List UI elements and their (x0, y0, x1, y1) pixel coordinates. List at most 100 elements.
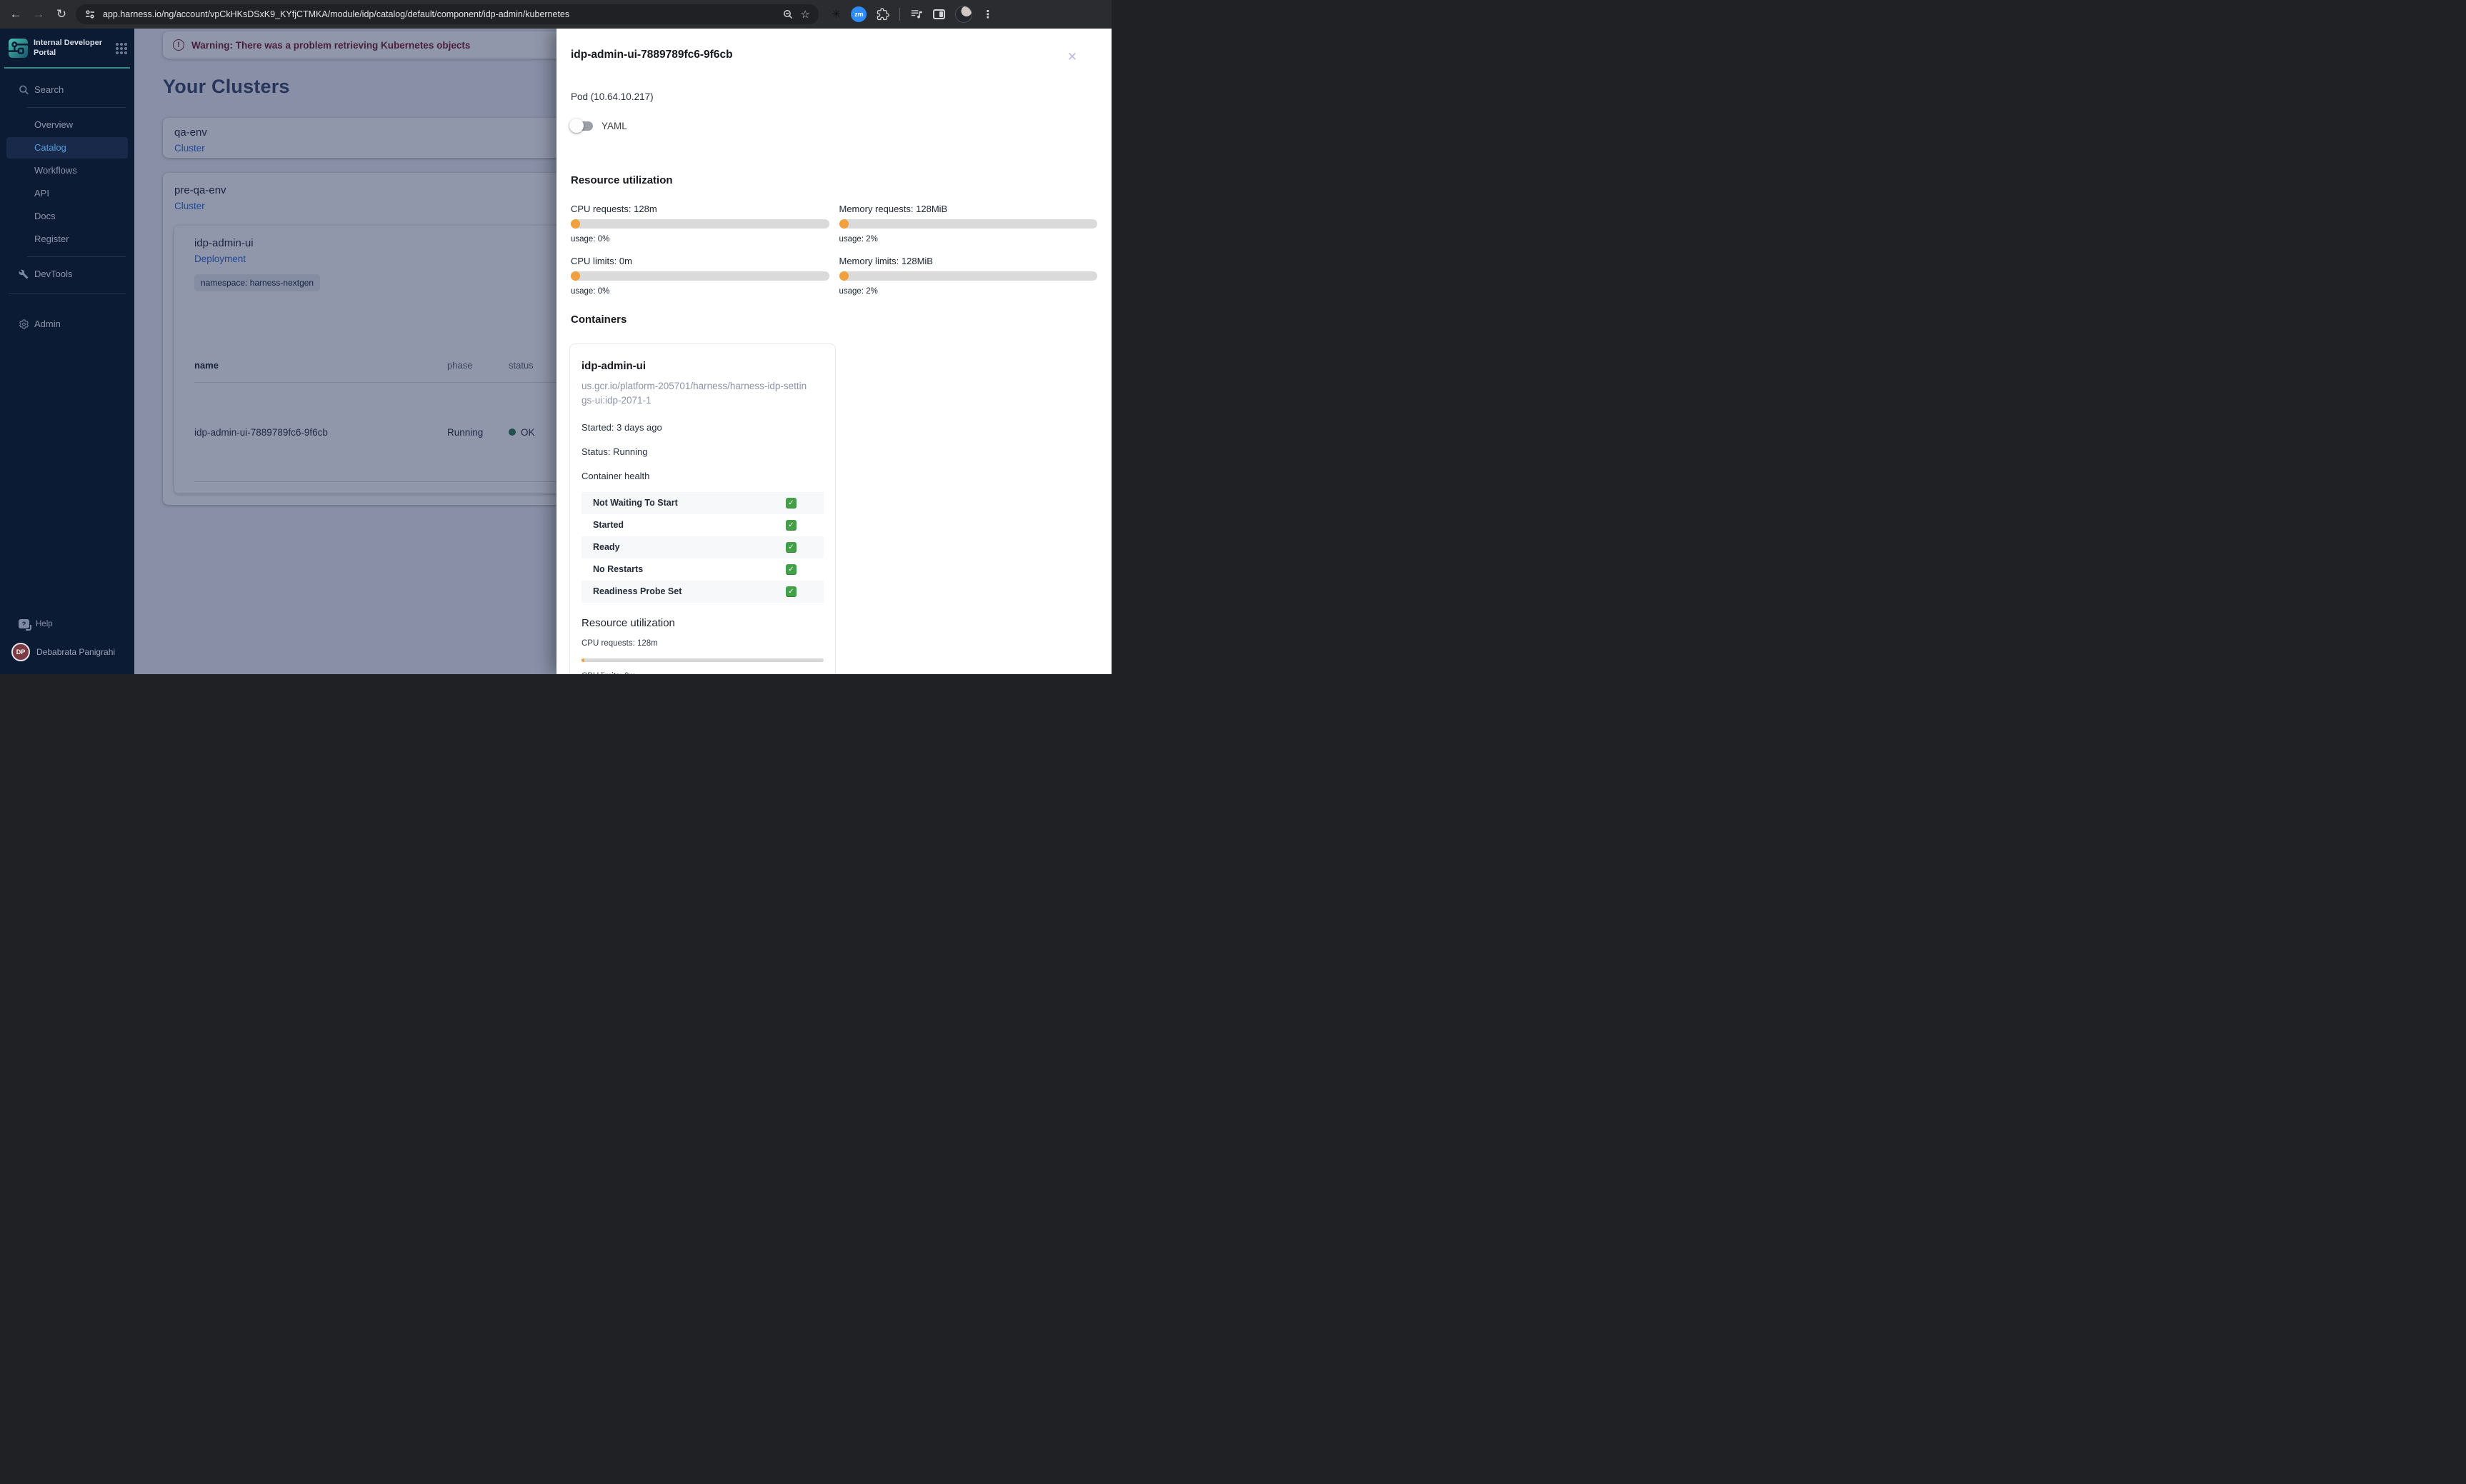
url-text[interactable]: app.harness.io/ng/account/vpCkHKsDSxK9_K… (103, 9, 775, 19)
metric-cpu-requests: CPU requests: 128m usage: 0% (571, 204, 829, 244)
sidebar-item-label: Docs (34, 211, 56, 221)
wrench-icon (19, 269, 29, 279)
sidebar-divider (27, 256, 126, 257)
sidebar-item-workflows[interactable]: Workflows (0, 160, 134, 181)
container-card: idp-admin-ui us.gcr.io/platform-205701/h… (569, 344, 836, 674)
metric-label: CPU requests: 128m (571, 204, 657, 214)
health-label: Started (593, 520, 624, 530)
metric-bar (581, 658, 824, 662)
metric-usage: usage: 2% (839, 235, 878, 244)
sidebar: Internal Developer Portal Search Overvie… (0, 29, 134, 674)
sidebar-item-api[interactable]: API (0, 183, 134, 204)
sidebar-divider (9, 292, 126, 294)
extensions-puzzle-icon[interactable] (877, 8, 890, 21)
close-icon[interactable]: ✕ (1062, 49, 1083, 66)
search-icon (19, 84, 29, 95)
browser-menu-icon[interactable]: ⋮ (982, 8, 993, 21)
health-label: Ready (593, 542, 620, 552)
sidebar-item-label: API (34, 188, 49, 199)
container-health-list: Not Waiting To Start ✓ Started ✓ Ready ✓… (581, 491, 824, 603)
zoom-out-icon[interactable] (782, 9, 794, 20)
health-row-no-restarts: No Restarts ✓ (581, 558, 824, 581)
forward-icon[interactable]: → (30, 7, 47, 21)
container-health-heading: Container health (581, 470, 650, 481)
metric-usage: usage: 0% (571, 235, 610, 244)
browser-toolbar: ← → ↻ app.harness.io/ng/account/vpCkHKsD… (0, 0, 1112, 29)
resource-utilization-heading: Resource utilization (571, 174, 673, 186)
health-row-started: Started ✓ (581, 514, 824, 536)
sidebar-item-label: Workflows (34, 165, 77, 176)
sidebar-item-label: Admin (34, 319, 61, 329)
yaml-toggle[interactable] (569, 119, 593, 133)
check-icon: ✓ (786, 586, 797, 597)
metric-knob (571, 271, 580, 281)
metric-knob (839, 219, 849, 229)
sidebar-item-label: DevTools (34, 269, 73, 279)
container-status: Status: Running (581, 446, 648, 457)
sidebar-item-devtools[interactable]: DevTools (0, 264, 134, 285)
metric-fill (581, 658, 585, 662)
check-icon: ✓ (786, 497, 797, 508)
containers-heading: Containers (571, 314, 627, 326)
health-label: Not Waiting To Start (593, 498, 678, 508)
gear-icon (19, 319, 29, 329)
sidebar-item-overview[interactable]: Overview (0, 114, 134, 136)
back-icon[interactable]: ← (7, 7, 24, 21)
bookmark-star-icon[interactable]: ☆ (801, 8, 810, 21)
browser-profile-avatar[interactable] (955, 6, 973, 23)
metric-knob (839, 271, 849, 281)
health-label: Readiness Probe Set (593, 586, 682, 596)
check-icon: ✓ (786, 563, 797, 575)
health-label: No Restarts (593, 564, 644, 574)
yaml-toggle-row: YAML (569, 119, 1097, 133)
metric-label: CPU requests: 128m (581, 638, 658, 648)
metric-label: Memory requests: 128MiB (839, 204, 948, 214)
side-panel-icon[interactable] (933, 9, 946, 19)
container-resource-heading: Resource utilization (581, 616, 675, 629)
metric-label: Memory limits: 128MiB (839, 256, 933, 266)
metric-bar (571, 219, 829, 229)
check-icon: ✓ (786, 519, 797, 531)
site-info-icon[interactable] (84, 9, 96, 20)
container-metric-cpu-requests: CPU requests: 128m (581, 639, 824, 662)
harness-idp-logo (9, 39, 28, 59)
sidebar-item-search[interactable]: Search (0, 79, 134, 101)
health-row-ready: Ready ✓ (581, 536, 824, 558)
zoom-extension-icon[interactable]: zm (851, 6, 867, 22)
address-bar[interactable]: app.harness.io/ng/account/vpCkHKsDSxK9_K… (76, 4, 819, 24)
sidebar-item-catalog[interactable]: Catalog (6, 136, 128, 159)
metric-knob (571, 219, 580, 229)
user-name: Debabrata Panigrahi (36, 647, 116, 657)
container-image: us.gcr.io/platform-205701/harness/harnes… (581, 381, 807, 406)
container-name: idp-admin-ui (581, 360, 646, 372)
metric-usage: usage: 0% (571, 287, 610, 296)
health-row-not-waiting: Not Waiting To Start ✓ (581, 491, 824, 514)
apps-grid-icon[interactable] (116, 42, 127, 54)
sidebar-item-admin[interactable]: Admin (0, 314, 134, 335)
sidebar-item-label: Catalog (34, 142, 66, 153)
health-row-readiness-probe: Readiness Probe Set ✓ (581, 580, 824, 603)
pod-subtitle: Pod (10.64.10.217) (571, 91, 654, 102)
spinner-extension-icon[interactable]: ✳︎ (832, 7, 841, 21)
media-controls-icon[interactable] (910, 8, 923, 21)
sidebar-user[interactable]: DP Debabrata Panigrahi (0, 634, 134, 674)
sidebar-item-docs[interactable]: Docs (0, 206, 134, 227)
sidebar-item-help[interactable]: ? Help (0, 613, 134, 634)
browser-actions: ✳︎ zm ⋮ (832, 6, 993, 23)
metric-label: CPU limits: 0m (571, 256, 632, 266)
metric-memory-limits: Memory limits: 128MiB usage: 2% (839, 256, 1097, 296)
sidebar-item-label: Search (34, 84, 64, 95)
drawer-title: idp-admin-ui-7889789fc6-9f6cb (571, 49, 733, 61)
metric-memory-requests: Memory requests: 128MiB usage: 2% (839, 204, 1097, 244)
reload-icon[interactable]: ↻ (53, 7, 70, 21)
sidebar-item-label: Overview (34, 119, 74, 130)
container-metric-cpu-limits: CPU limits: 0m (581, 672, 824, 675)
help-chat-icon: ? (19, 619, 31, 631)
user-avatar: DP (11, 643, 30, 661)
toolbar-divider (899, 8, 901, 21)
container-started: Started: 3 days ago (581, 421, 662, 433)
pod-details-drawer: idp-admin-ui-7889789fc6-9f6cb ✕ Pod (10.… (556, 29, 1112, 674)
yaml-toggle-label: YAML (601, 121, 627, 131)
check-icon: ✓ (786, 541, 797, 553)
sidebar-item-register[interactable]: Register (0, 229, 134, 250)
